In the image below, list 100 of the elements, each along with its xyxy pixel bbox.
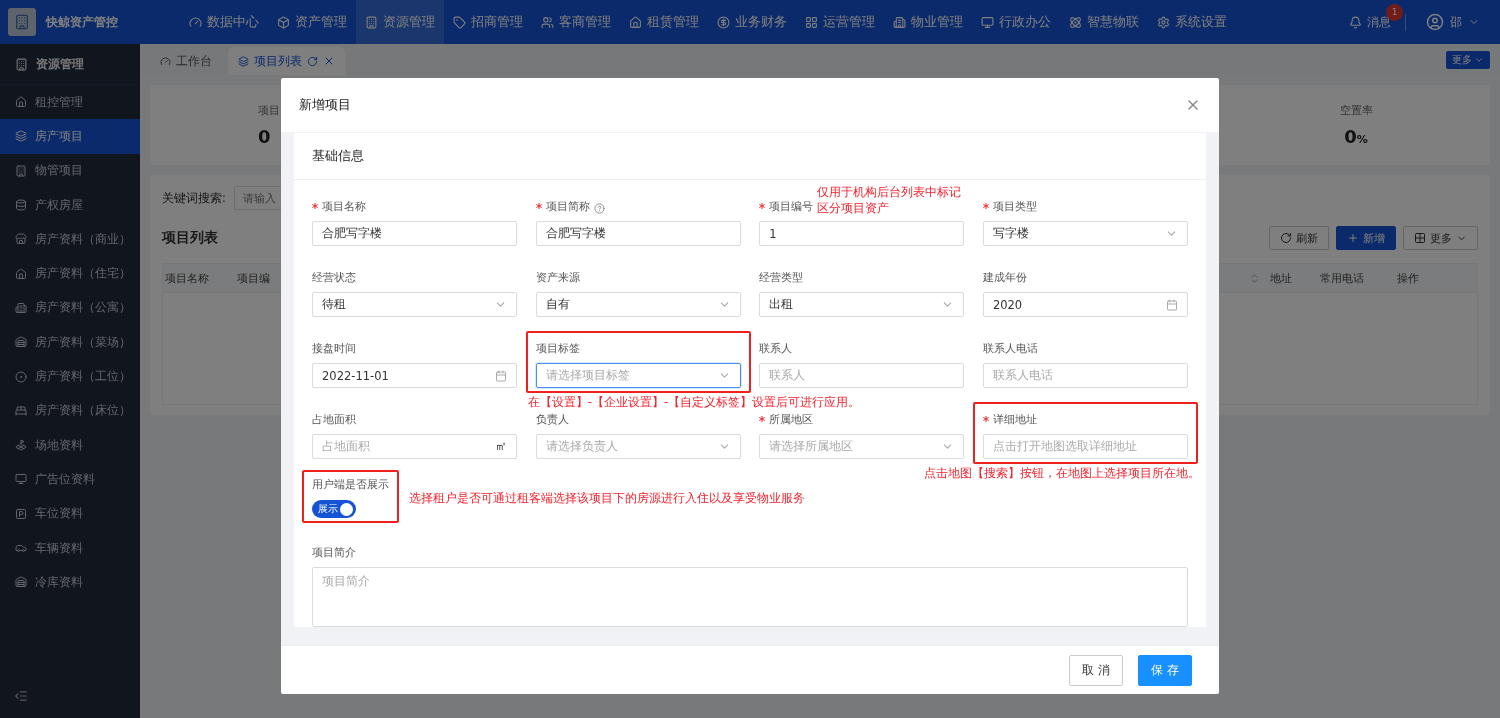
nav-item[interactable]: 业务财务: [708, 0, 796, 44]
screen-icon: [15, 473, 27, 486]
input-field[interactable]: 1: [759, 221, 965, 246]
add-button[interactable]: 新增: [1336, 226, 1396, 250]
nav-item[interactable]: 行政办公: [972, 0, 1060, 44]
sidebar-title: 资源管理: [36, 55, 84, 73]
cancel-button[interactable]: 取 消: [1069, 654, 1123, 686]
select-field[interactable]: 请选择负责人: [535, 434, 741, 459]
sidebar-item[interactable]: 房产资料（菜场）: [0, 325, 140, 360]
field-label: 详细地址: [982, 413, 1037, 427]
bell-icon[interactable]: [1349, 15, 1362, 29]
field-label: 项目简介: [312, 546, 357, 560]
nav-item[interactable]: 智慧物联: [1060, 0, 1148, 44]
field-label: 联系人: [759, 342, 793, 356]
sort-icon[interactable]: [1249, 272, 1260, 284]
sidebar-item[interactable]: 房产资料（商业）: [0, 222, 140, 257]
tag-icon: [453, 15, 466, 29]
sidebar-item[interactable]: 房产项目: [0, 119, 140, 154]
date-field[interactable]: 2020: [982, 292, 1188, 317]
logo-icon: [8, 8, 36, 36]
sidebar-item[interactable]: 产权房屋: [0, 187, 140, 223]
sidebar-item[interactable]: 场地资料: [0, 427, 140, 463]
select-field[interactable]: 出租: [759, 292, 965, 317]
more-button[interactable]: 更多: [1446, 50, 1490, 69]
sidebar-item[interactable]: 租控管理: [0, 85, 140, 120]
sidebar-item[interactable]: 冷库资料: [0, 565, 140, 600]
select-field[interactable]: 写字楼: [982, 221, 1188, 246]
annotation-text: 仅用于机构后台列表中标记区分项目资产: [817, 184, 963, 216]
input-field[interactable]: 点击打开地图选取详细地址: [982, 434, 1188, 459]
car-icon: [15, 542, 27, 554]
sidebar-item[interactable]: 房产资料（工位）: [0, 359, 140, 394]
stat-label: 空置率: [1339, 103, 1373, 118]
select-field[interactable]: 请选择项目标签: [535, 363, 741, 388]
toggle-switch[interactable]: 展示: [312, 500, 356, 518]
monitor-icon: [981, 15, 994, 29]
brand-name: 快鲸资产管控: [46, 13, 119, 31]
input-field[interactable]: 合肥写字楼: [312, 221, 518, 246]
field-label: 建成年份: [982, 271, 1027, 285]
sidebar-item[interactable]: 广告位资料: [0, 462, 140, 497]
nav-item[interactable]: 招商管理: [444, 0, 532, 44]
list-title: 项目列表: [162, 229, 218, 247]
sidebar-item[interactable]: 房产资料（床位）: [0, 393, 140, 428]
input-field[interactable]: 占地面积 ㎡: [312, 434, 518, 459]
sidebar-item[interactable]: 车辆资料: [0, 530, 140, 566]
nav-item[interactable]: 运营管理: [796, 0, 884, 44]
nav-item[interactable]: 数据中心: [180, 0, 268, 44]
users-icon: [541, 15, 554, 29]
annotation-text: 选择租户是否可通过租客端选择该项目下的房源进行入住以及享受物业服务: [409, 490, 805, 506]
nav-item[interactable]: 客商管理: [532, 0, 620, 44]
input-field[interactable]: 合肥写字楼: [535, 221, 741, 246]
stat-value: 0: [258, 126, 271, 147]
nav-item[interactable]: 资产管理: [268, 0, 356, 44]
more-button[interactable]: 更多: [1403, 226, 1478, 250]
textarea-field[interactable]: 项目简介: [312, 567, 1188, 627]
field-label: 项目简称: [535, 200, 590, 214]
stat-label: 项目: [258, 103, 280, 118]
close-icon[interactable]: [323, 55, 335, 67]
input-field[interactable]: 联系人: [759, 363, 965, 388]
refresh-icon[interactable]: [307, 55, 318, 67]
building-icon: [15, 57, 28, 71]
select-field[interactable]: 待租: [312, 292, 518, 317]
atom-icon: [1069, 15, 1082, 29]
collapse-icon[interactable]: [14, 689, 28, 703]
sidebar-item[interactable]: 物管项目: [0, 153, 140, 188]
field-label: 项目编号: [759, 200, 814, 214]
tab[interactable]: 工作台: [150, 47, 222, 75]
field-label: 经营状态: [312, 271, 356, 285]
refresh-button[interactable]: 刷新: [1269, 226, 1329, 250]
column-header: 项目编: [237, 270, 271, 286]
field-label: 接盘时间: [312, 342, 356, 356]
user-name[interactable]: 邵: [1450, 13, 1462, 31]
tab[interactable]: 项目列表: [228, 47, 345, 75]
avatar-icon[interactable]: [1426, 13, 1444, 31]
stat-value: 0%: [1344, 126, 1368, 147]
required-icon: [312, 202, 318, 209]
save-button[interactable]: 保 存: [1138, 654, 1192, 686]
date-field[interactable]: 2022-11-01: [312, 363, 518, 388]
input-field[interactable]: 联系人电话: [982, 363, 1188, 388]
help-icon[interactable]: [593, 203, 605, 214]
field-label: 项目标签: [535, 342, 580, 356]
circle-icon: [15, 370, 27, 383]
building-icon: [365, 15, 378, 29]
nav-item[interactable]: 物业管理: [884, 0, 972, 44]
select-field[interactable]: 请选择所属地区: [759, 434, 965, 459]
field-label: 用户端是否展示: [312, 478, 389, 492]
sidebar-item[interactable]: 房产资料（公寓）: [0, 290, 140, 326]
sidebar-item[interactable]: 房产资料（住宅）: [0, 256, 140, 291]
sidebar-item[interactable]: 车位资料: [0, 496, 140, 531]
nav-item[interactable]: 系统设置: [1148, 0, 1236, 44]
refresh-icon: [1280, 232, 1292, 244]
house-icon: [629, 15, 642, 29]
gauge-icon: [160, 55, 171, 67]
building-icon: [893, 15, 906, 29]
field-label: 项目名称: [312, 200, 366, 214]
nav-item[interactable]: 租赁管理: [620, 0, 708, 44]
stack-icon: [15, 199, 27, 212]
field-label: 项目类型: [982, 200, 1037, 214]
required-icon: [982, 415, 989, 422]
grid-icon: [805, 15, 818, 29]
select-field[interactable]: 自有: [535, 292, 741, 317]
